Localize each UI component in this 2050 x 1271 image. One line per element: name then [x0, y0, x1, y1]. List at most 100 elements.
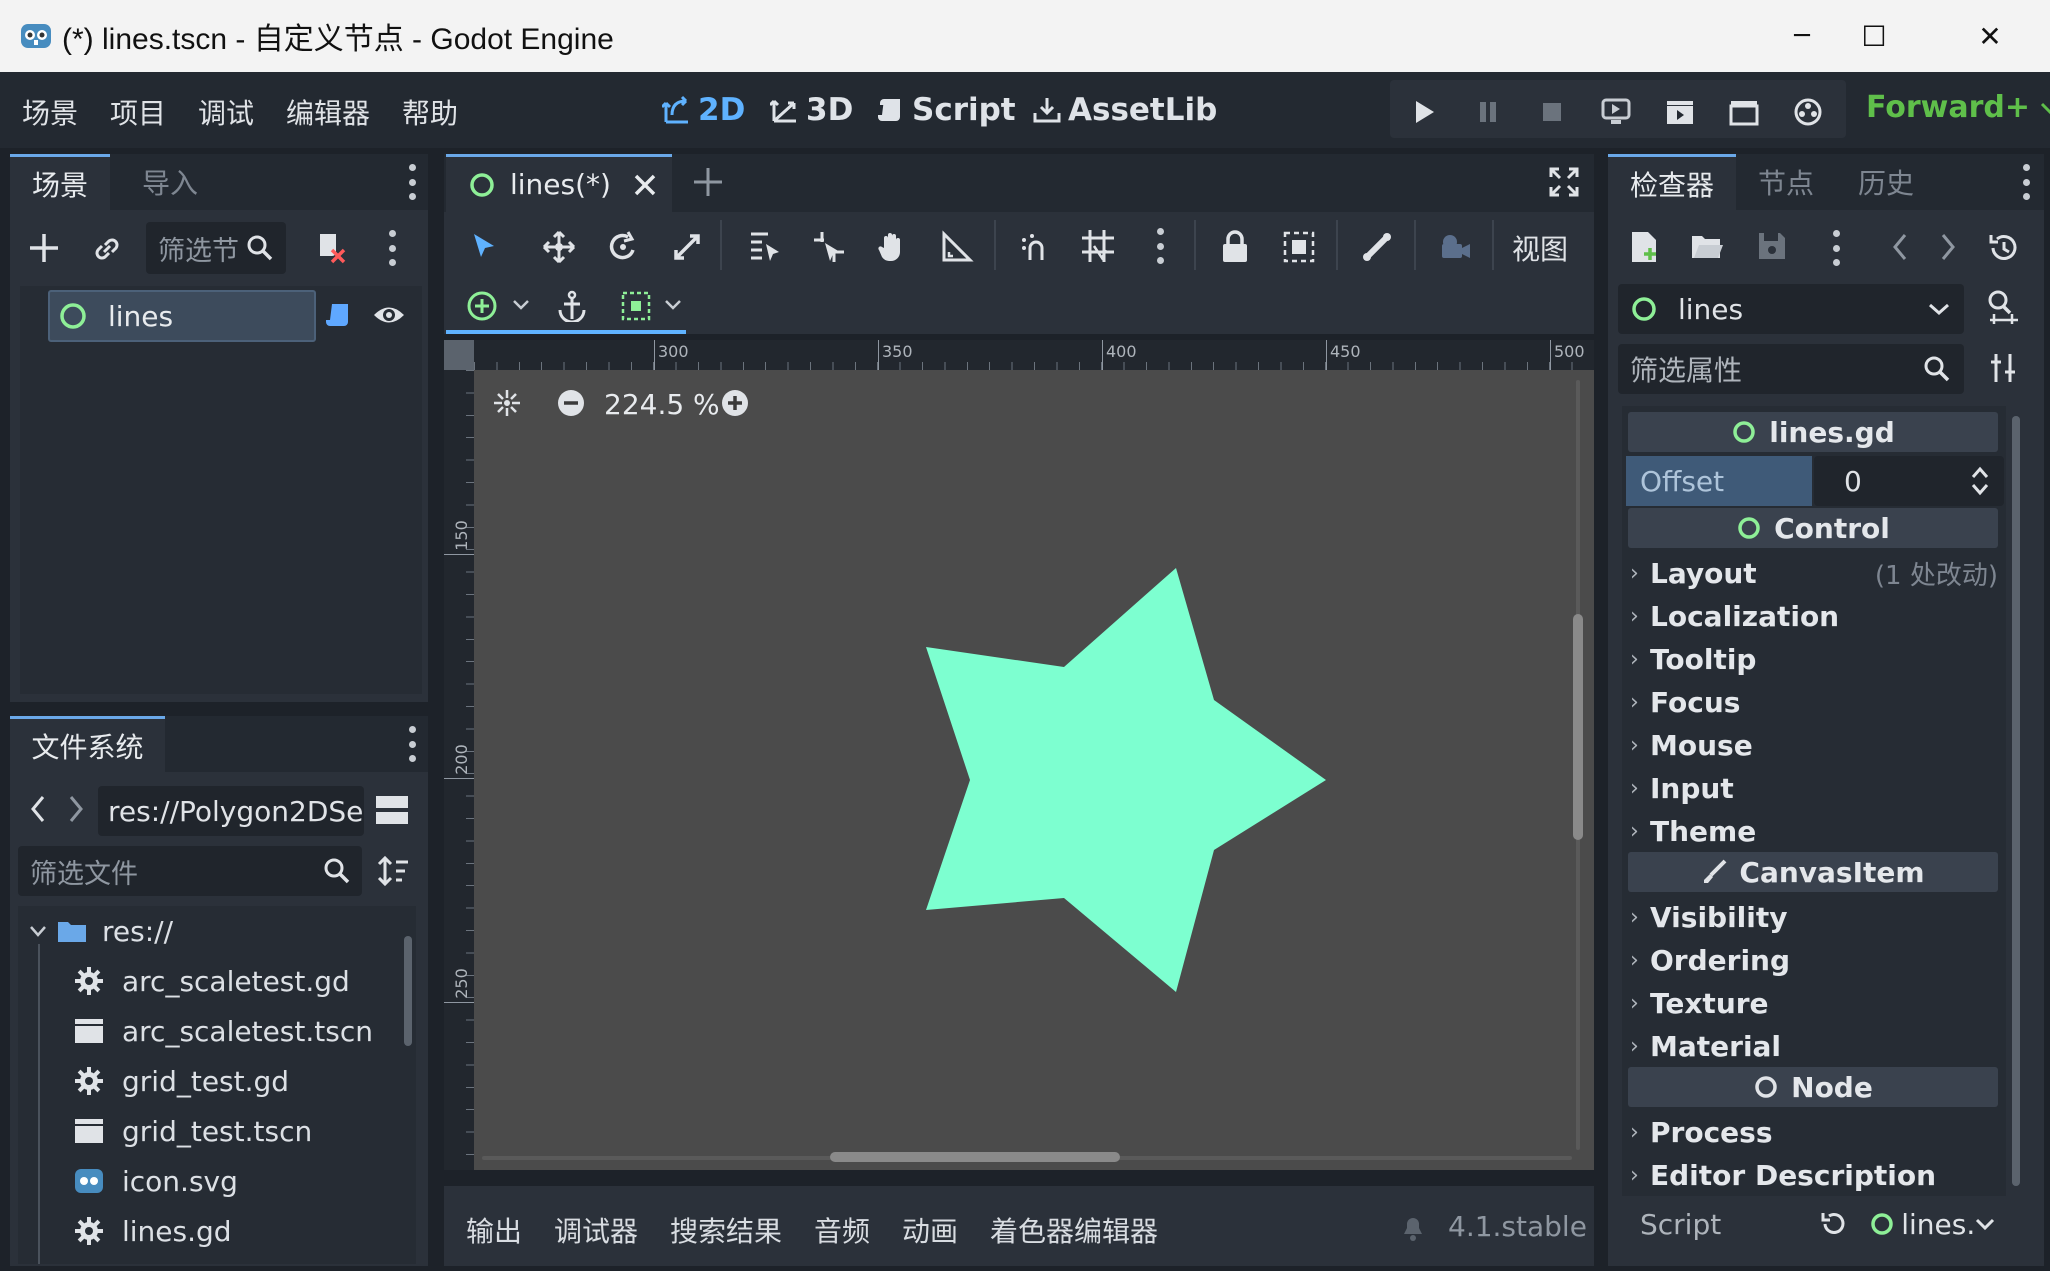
- property-group-texture[interactable]: › Texture: [1630, 982, 2000, 1024]
- menu-editor[interactable]: 编辑器: [286, 92, 370, 132]
- filesystem-path-field[interactable]: res://Polygon2DSe: [98, 786, 364, 836]
- remote-debug-button[interactable]: [1598, 94, 1634, 130]
- section-node[interactable]: Node: [1628, 1067, 1998, 1107]
- maximize-button[interactable]: ☐: [1842, 0, 1906, 72]
- bone-icon[interactable]: [1360, 230, 1394, 264]
- file-item[interactable]: grid_test.gd: [74, 1056, 416, 1106]
- history-back-icon[interactable]: [1890, 232, 1910, 262]
- viewport-2d[interactable]: 224.5 %: [474, 370, 1594, 1170]
- renderer-dropdown[interactable]: Forward+: [1866, 90, 2050, 125]
- tab-history[interactable]: 历史: [1836, 154, 1936, 210]
- property-group-ordering[interactable]: › Ordering: [1630, 939, 2000, 981]
- open-folder-icon[interactable]: [1690, 232, 1724, 262]
- inspector-scrollbar-thumb[interactable]: [2012, 416, 2020, 1186]
- menu-help[interactable]: 帮助: [402, 92, 458, 132]
- split-view-icon[interactable]: [374, 792, 410, 828]
- file-item[interactable]: grid_test.tscn: [74, 1106, 416, 1156]
- property-group-material[interactable]: › Material: [1630, 1025, 2000, 1067]
- link-icon[interactable]: [90, 232, 124, 266]
- attach-script-icon[interactable]: [312, 230, 348, 266]
- scene-filter-input[interactable]: 筛选节: [146, 222, 286, 274]
- new-resource-icon[interactable]: [1628, 230, 1660, 264]
- minimize-button[interactable]: ─: [1770, 0, 1834, 72]
- anchor-icon[interactable]: [556, 290, 588, 322]
- spinner-arrows-icon[interactable]: [1970, 466, 1990, 496]
- property-filter-input[interactable]: 筛选属性: [1618, 344, 1964, 394]
- property-group-tooltip[interactable]: › Tooltip: [1630, 638, 2000, 680]
- star-polygon[interactable]: [474, 370, 1594, 1170]
- lock-icon[interactable]: [1220, 230, 1250, 264]
- workspace-script-button[interactable]: Script: [876, 88, 1016, 132]
- tab-import[interactable]: 导入: [110, 154, 230, 210]
- notification-bell-icon[interactable]: [1400, 1214, 1426, 1242]
- visibility-eye-icon[interactable]: [372, 300, 406, 330]
- workspace-2d-button[interactable]: 2D: [662, 88, 745, 132]
- revert-icon[interactable]: [1819, 1210, 1847, 1238]
- property-script-value[interactable]: lines.: [1901, 1208, 1975, 1241]
- bottom-tab-audio[interactable]: 音频: [814, 1210, 870, 1250]
- scene-tree-menu-icon[interactable]: [388, 230, 396, 266]
- new-tab-icon[interactable]: [692, 166, 724, 198]
- file-item-res-root[interactable]: res://: [26, 906, 406, 956]
- stop-button[interactable]: [1534, 94, 1570, 130]
- property-group-mouse[interactable]: › Mouse: [1630, 724, 2000, 766]
- run-custom-scene-button[interactable]: [1726, 94, 1762, 130]
- filesystem-dock-menu-icon[interactable]: [408, 726, 416, 762]
- property-tools-icon[interactable]: [1988, 352, 2018, 384]
- section-control[interactable]: Control: [1628, 508, 1998, 548]
- file-filter-input[interactable]: 筛选文件: [18, 846, 362, 896]
- tab-node[interactable]: 节点: [1736, 154, 1836, 210]
- select-tool-icon[interactable]: [468, 230, 500, 262]
- distraction-free-icon[interactable]: [1548, 166, 1580, 198]
- scene-tree-node-lines[interactable]: lines: [48, 290, 316, 342]
- bottom-tab-output[interactable]: 输出: [466, 1210, 522, 1250]
- workspace-3d-button[interactable]: 3D: [770, 88, 853, 132]
- ruler-tool-icon[interactable]: [940, 230, 974, 264]
- chevron-left-icon[interactable]: [28, 794, 48, 824]
- viewport-hscroll-thumb[interactable]: [830, 1152, 1120, 1162]
- file-item[interactable]: icon.svg: [74, 1156, 416, 1206]
- zoom-out-icon[interactable]: [556, 388, 586, 418]
- script-attached-icon[interactable]: [324, 300, 356, 332]
- move-tool-icon[interactable]: [542, 230, 576, 264]
- add-anchor-icon[interactable]: [466, 290, 498, 322]
- property-group-localization[interactable]: › Localization: [1630, 595, 2000, 637]
- zoom-level[interactable]: 224.5 %: [604, 388, 720, 421]
- chevron-right-icon[interactable]: [66, 794, 86, 824]
- menu-debug[interactable]: 调试: [198, 92, 254, 132]
- viewport-vscroll-thumb[interactable]: [1573, 614, 1583, 840]
- grid-snap-icon[interactable]: [1080, 228, 1116, 264]
- zoom-in-icon[interactable]: [720, 388, 750, 418]
- camera-override-icon[interactable]: [1438, 232, 1472, 262]
- add-node-button[interactable]: [26, 230, 62, 266]
- movie-maker-button[interactable]: [1790, 94, 1826, 130]
- file-item[interactable]: arc_scaletest.gd: [74, 956, 416, 1006]
- section-script-lines-gd[interactable]: lines.gd: [1628, 412, 1998, 452]
- workspace-assetlib-button[interactable]: AssetLib: [1032, 88, 1217, 132]
- play-button[interactable]: [1406, 94, 1442, 130]
- pan-hand-icon[interactable]: [876, 230, 910, 264]
- tab-filesystem[interactable]: 文件系统: [10, 716, 165, 772]
- bottom-tab-shader-editor[interactable]: 着色器编辑器: [990, 1210, 1158, 1250]
- menu-project[interactable]: 项目: [110, 92, 166, 132]
- chevron-down-icon[interactable]: [1975, 1217, 1995, 1231]
- property-group-focus[interactable]: › Focus: [1630, 681, 2000, 723]
- tab-scene[interactable]: 场景: [10, 154, 110, 210]
- object-properties-icon[interactable]: [1986, 290, 2020, 326]
- snap-options-icon[interactable]: [1156, 228, 1164, 264]
- menu-scene[interactable]: 场景: [22, 92, 78, 132]
- scene-dock-menu-icon[interactable]: [408, 164, 416, 200]
- view-menu[interactable]: 视图: [1512, 228, 1568, 268]
- inspector-node-selector[interactable]: lines: [1618, 284, 1964, 334]
- smart-snap-icon[interactable]: [1018, 230, 1052, 264]
- chevron-down-icon[interactable]: [512, 298, 530, 312]
- scale-tool-icon[interactable]: [670, 230, 704, 264]
- sort-icon[interactable]: [376, 854, 410, 888]
- property-group-layout[interactable]: › Layout (1 处改动): [1630, 552, 2000, 594]
- pivot-tool-icon[interactable]: [812, 230, 846, 264]
- history-icon[interactable]: [1988, 232, 2020, 264]
- group-icon[interactable]: [1282, 230, 1316, 264]
- inspector-dock-menu-icon[interactable]: [2022, 164, 2030, 200]
- bottom-tab-animation[interactable]: 动画: [902, 1210, 958, 1250]
- bottom-tab-search-results[interactable]: 搜索结果: [670, 1210, 782, 1250]
